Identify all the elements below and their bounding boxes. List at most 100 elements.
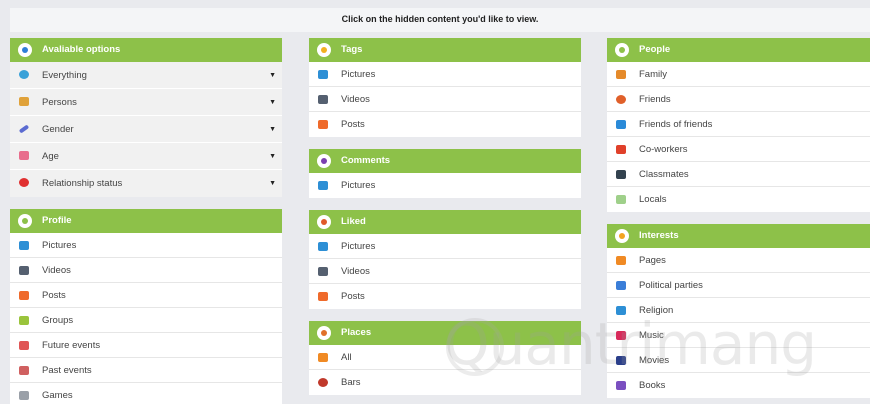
person-icon — [18, 214, 32, 228]
chevron-down-icon: ▼ — [269, 99, 276, 106]
briefcase-icon — [616, 145, 626, 154]
liked-title: Liked — [341, 216, 366, 227]
map-icon — [616, 195, 626, 204]
row-label: Videos — [341, 266, 370, 277]
option-persons[interactable]: Persons ▼ — [10, 89, 282, 116]
calendar-icon — [19, 341, 29, 350]
groups-icon — [19, 316, 29, 325]
row-label: Posts — [42, 290, 66, 301]
chevron-down-icon: ▼ — [269, 72, 276, 79]
row-label: Religion — [639, 305, 674, 316]
interests-movies[interactable]: Movies — [607, 348, 870, 373]
row-label: Future events — [42, 340, 101, 351]
row-label: Movies — [639, 355, 670, 366]
camera-icon — [318, 242, 328, 251]
option-label: Persons — [42, 97, 77, 108]
tags-title: Tags — [341, 44, 363, 55]
chevron-down-icon: ▼ — [269, 153, 276, 160]
flag-icon — [318, 181, 328, 190]
instruction-bar: Click on the hidden content you'd like t… — [10, 8, 870, 32]
people-family[interactable]: Family — [607, 62, 870, 87]
row-label: Posts — [341, 119, 365, 130]
posts-icon — [318, 292, 328, 301]
people-co-workers[interactable]: Co-workers — [607, 137, 870, 162]
profile-games[interactable]: Games — [10, 383, 282, 404]
row-label: Friends of friends — [639, 119, 713, 130]
pin-icon — [317, 326, 331, 340]
row-label: Pictures — [341, 69, 376, 80]
movie-icon — [616, 356, 626, 365]
liked-pictures[interactable]: Pictures — [309, 234, 581, 259]
camera-icon — [19, 241, 29, 250]
option-label: Gender — [42, 124, 74, 135]
interests-header: Interests — [607, 224, 870, 248]
option-label: Age — [42, 151, 59, 162]
liked-header: Liked — [309, 210, 581, 234]
interests-music[interactable]: Music — [607, 323, 870, 348]
heart-icon — [19, 178, 29, 187]
liked-panel: Liked Pictures Videos Posts — [309, 210, 581, 309]
left-column: Avaliable options Everything ▼ Persons ▼… — [10, 38, 282, 404]
row-label: Games — [42, 390, 73, 401]
interests-books[interactable]: Books — [607, 373, 870, 398]
row-label: Videos — [341, 94, 370, 105]
tags-pictures[interactable]: Pictures — [309, 62, 581, 87]
profile-videos[interactable]: Videos — [10, 258, 282, 283]
friends-icon — [616, 95, 626, 104]
chevron-down-icon: ▼ — [269, 180, 276, 187]
interests-religion[interactable]: Religion — [607, 298, 870, 323]
clock-icon — [19, 70, 29, 79]
instruction-text: Click on the hidden content you'd like t… — [341, 14, 539, 24]
comments-pictures[interactable]: Pictures — [309, 173, 581, 198]
row-label: Friends — [639, 94, 671, 105]
interests-political-parties[interactable]: Political parties — [607, 273, 870, 298]
people-classmates[interactable]: Classmates — [607, 162, 870, 187]
calendar-icon — [19, 366, 29, 375]
available-options-panel: Avaliable options Everything ▼ Persons ▼… — [10, 38, 282, 197]
tags-posts[interactable]: Posts — [309, 112, 581, 137]
people-icon — [615, 43, 629, 57]
places-header: Places — [309, 321, 581, 345]
liked-videos[interactable]: Videos — [309, 259, 581, 284]
profile-panel: Profile Pictures Videos Posts Groups Fut… — [10, 209, 282, 404]
available-options-header: Avaliable options — [10, 38, 282, 62]
row-label: Bars — [341, 377, 361, 388]
music-icon — [616, 331, 626, 340]
option-relationship-status[interactable]: Relationship status ▼ — [10, 170, 282, 197]
row-label: Posts — [341, 291, 365, 302]
places-all[interactable]: All — [309, 345, 581, 370]
row-label: Pages — [639, 255, 666, 266]
posts-icon — [318, 120, 328, 129]
row-label: Pictures — [341, 180, 376, 191]
option-gender[interactable]: Gender ▼ — [10, 116, 282, 143]
cake-icon — [19, 151, 29, 160]
graduation-cap-icon — [616, 170, 626, 179]
option-age[interactable]: Age ▼ — [10, 143, 282, 170]
row-label: Pictures — [341, 241, 376, 252]
row-label: Political parties — [639, 280, 703, 291]
interests-pages[interactable]: Pages — [607, 248, 870, 273]
profile-pictures[interactable]: Pictures — [10, 233, 282, 258]
cocktail-icon — [318, 353, 328, 362]
row-label: Music — [639, 330, 664, 341]
people-friends-of-friends[interactable]: Friends of friends — [607, 112, 870, 137]
row-label: Groups — [42, 315, 74, 326]
row-label: Books — [639, 380, 666, 391]
profile-future-events[interactable]: Future events — [10, 333, 282, 358]
comments-panel: Comments Pictures — [309, 149, 581, 198]
places-bars[interactable]: Bars — [309, 370, 581, 395]
liked-posts[interactable]: Posts — [309, 284, 581, 309]
option-everything[interactable]: Everything ▼ — [10, 62, 282, 89]
games-icon — [19, 391, 29, 400]
people-friends[interactable]: Friends — [607, 87, 870, 112]
places-panel: Places All Bars — [309, 321, 581, 395]
profile-posts[interactable]: Posts — [10, 283, 282, 308]
star-icon — [615, 229, 629, 243]
places-title: Places — [341, 327, 372, 338]
tags-videos[interactable]: Videos — [309, 87, 581, 112]
video-icon — [318, 267, 328, 276]
people-locals[interactable]: Locals — [607, 187, 870, 212]
info-icon — [18, 43, 32, 57]
profile-past-events[interactable]: Past events — [10, 358, 282, 383]
profile-groups[interactable]: Groups — [10, 308, 282, 333]
